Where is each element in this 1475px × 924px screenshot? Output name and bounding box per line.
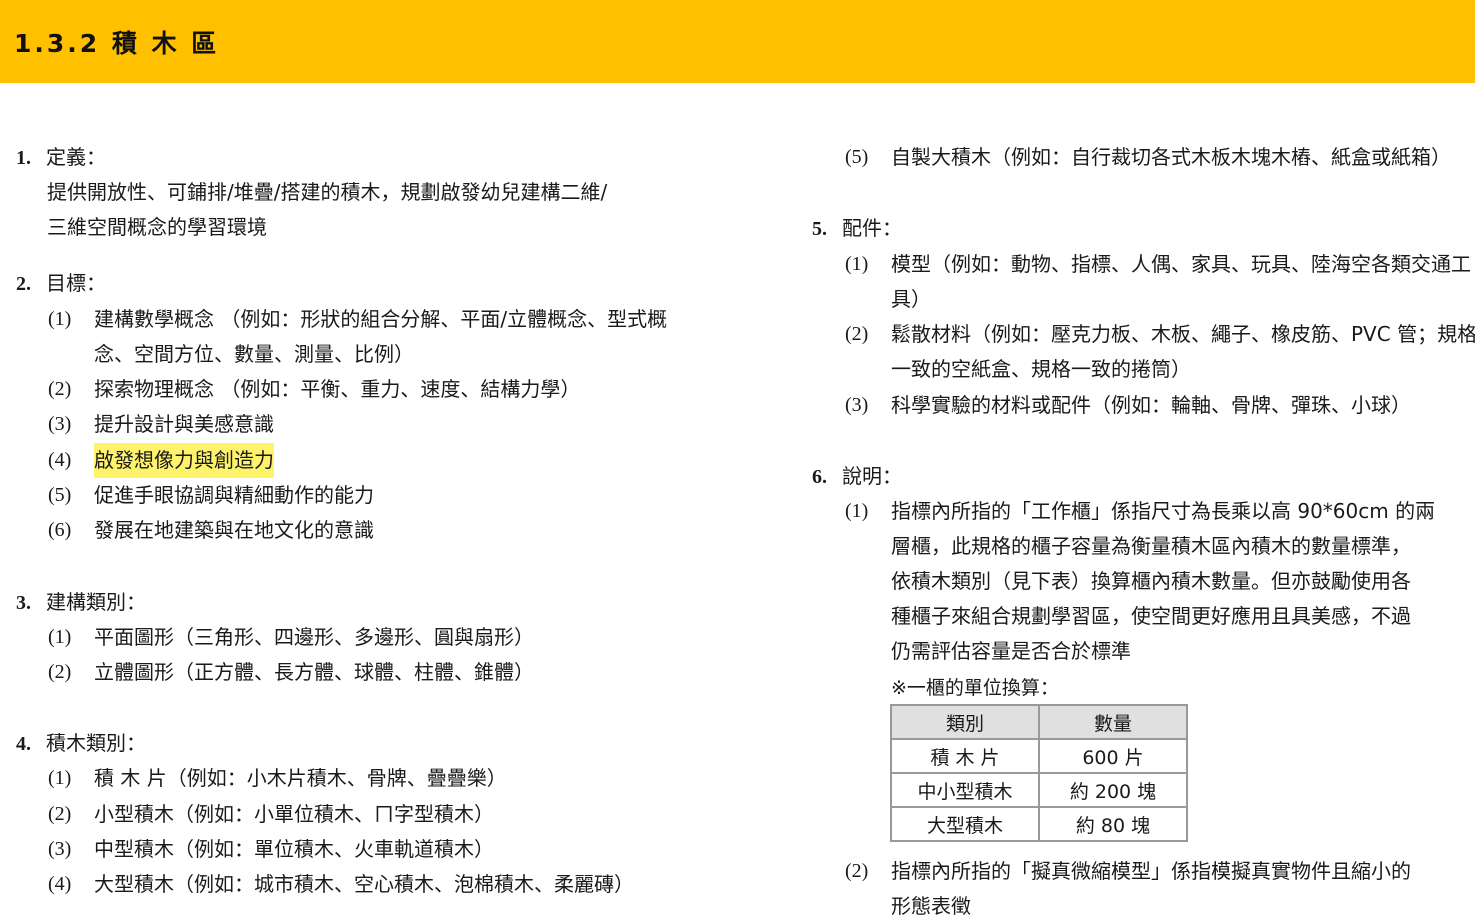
item-text: 提升設計與美感意識 (94, 412, 274, 436)
table-header-row: 類別 數量 (890, 704, 1188, 740)
item-text: 大型積木（例如：城市積木、空心積木、泡棉積木、柔麗磚） (94, 872, 634, 896)
item-index: (3) (48, 413, 72, 435)
definition-line-2: 三維空間概念的學習環境 (47, 215, 267, 239)
section-6-heading: 6. 說明： (812, 459, 902, 495)
list-item: (6) 發展在地建築與在地文化的意識 (48, 513, 698, 548)
item-text: 依積木類別（見下表）換算櫃內積木數量。但亦鼓勵使用各 (891, 569, 1411, 593)
table-cell: 約 80 塊 (1038, 806, 1188, 842)
item-index: (1) (845, 500, 869, 522)
list-item: (1) 指標內所指的「工作櫃」係指尺寸為長乘以高 90*60cm 的兩 層櫃，此… (845, 494, 1470, 669)
table-header-cell: 類別 (890, 704, 1040, 740)
table-cell: 中小型積木 (890, 772, 1040, 808)
item-text: 促進手眼協調與精細動作的能力 (94, 483, 374, 507)
unit-conversion-note: ※一櫃的單位換算： (891, 677, 1059, 699)
list-item: (3) 中型積木（例如：單位積木、火車軌道積木） (48, 832, 698, 867)
section-number: 3. (16, 592, 31, 614)
list-item: (2) 探索物理概念 （例如：平衡、重力、速度、結構力學） (48, 372, 698, 407)
item-text: 科學實驗的材料或配件（例如：輪軸、骨牌、彈珠、小球） (891, 393, 1411, 417)
table-cell: 約 200 塊 (1038, 772, 1188, 808)
list-item: (2) 鬆散材料（例如：壓克力板、木板、繩子、橡皮筋、PVC 管；規格 一致的空… (845, 317, 1475, 387)
list-item: (2) 立體圖形（正方體、長方體、球體、柱體、錐體） (48, 655, 698, 690)
section-4-heading: 4. 積木類別： (16, 726, 146, 762)
item-index: (6) (48, 519, 72, 541)
item-index: (2) (48, 378, 72, 400)
item-index: (5) (845, 146, 869, 168)
section-title: 說明： (842, 464, 902, 488)
list-item: (2) 小型積木（例如：小單位積木、ㄇ字型積木） (48, 797, 698, 832)
highlighted-item-text: 啟發想像力與創造力 (94, 443, 274, 478)
list-item: (2) 指標內所指的「擬真微縮模型」係指模擬真實物件且縮小的 形態表徵 (845, 854, 1470, 924)
section-3-heading: 3. 建構類別： (16, 585, 146, 621)
item-text: 平面圖形（三角形、四邊形、多邊形、圓與扇形） (94, 625, 534, 649)
item-text: 仍需評估容量是否合於標準 (891, 639, 1131, 663)
section-title: 建構類別： (46, 590, 146, 614)
list-item: (1) 積 木 片（例如：小木片積木、骨牌、疊疊樂） (48, 761, 698, 796)
item-text: 發展在地建築與在地文化的意識 (94, 518, 374, 542)
list-item: (4) 啟發想像力與創造力 (48, 443, 698, 478)
item-index: (2) (845, 860, 869, 882)
item-index: (1) (48, 626, 72, 648)
section-number: 1. (16, 147, 31, 169)
table-cell: 大型積木 (890, 806, 1040, 842)
list-item: (1) 平面圖形（三角形、四邊形、多邊形、圓與扇形） (48, 620, 698, 655)
item-text: 探索物理概念 （例如：平衡、重力、速度、結構力學） (94, 377, 581, 401)
list-item: (1) 建構數學概念 （例如：形狀的組合分解、平面/立體概念、型式概 念、空間方… (48, 302, 698, 372)
item-index: (2) (845, 323, 869, 345)
item-index: (1) (48, 308, 72, 330)
table-row: 中小型積木 約 200 塊 (890, 772, 1188, 808)
item-text: 層櫃，此規格的櫃子容量為衡量積木區內積木的數量標準， (891, 534, 1411, 558)
section-1-heading: 1. 定義： (16, 140, 106, 176)
item-text: 立體圖形（正方體、長方體、球體、柱體、錐體） (94, 660, 534, 684)
section-title: 定義： (46, 145, 106, 169)
item-text: 種櫃子來組合規劃學習區，使空間更好應用且具美感，不過 (891, 604, 1411, 628)
item-text: 念、空間方位、數量、測量、比例） (94, 342, 414, 366)
item-text: 積 木 片（例如：小木片積木、骨牌、疊疊樂） (94, 766, 507, 790)
definition-line-1: 提供開放性、可鋪排/堆疊/搭建的積木，規劃啟發幼兒建構二維/ (47, 180, 608, 204)
item-text: 具） (891, 287, 931, 311)
table-cell: 600 片 (1038, 738, 1188, 774)
item-text: 鬆散材料（例如：壓克力板、木板、繩子、橡皮筋、PVC 管；規格 (891, 322, 1475, 346)
section-number: 2. (16, 273, 31, 295)
item-index: (5) (48, 484, 72, 506)
item-text: 自製大積木（例如：自行裁切各式木板木塊木樁、紙盒或紙箱） (891, 145, 1451, 169)
item-text: 形態表徵 (891, 894, 971, 918)
table-header-cell: 數量 (1038, 704, 1188, 740)
item-text: 小型積木（例如：小單位積木、ㄇ字型積木） (94, 802, 494, 826)
section-number: 6. (812, 466, 827, 488)
item-index: (2) (48, 661, 72, 683)
item-text: 模型（例如：動物、指標、人偶、家具、玩具、陸海空各類交通工 (891, 252, 1471, 276)
section-2-heading: 2. 目標： (16, 266, 106, 302)
list-item: (4) 大型積木（例如：城市積木、空心積木、泡棉積木、柔麗磚） (48, 867, 698, 902)
section-title: 配件： (842, 216, 902, 240)
item-text: 中型積木（例如：單位積木、火車軌道積木） (94, 837, 494, 861)
section-title: 積木類別： (46, 731, 146, 755)
item-index: (4) (48, 873, 72, 895)
section-number: 4. (16, 733, 31, 755)
item-text: 一致的空紙盒、規格一致的捲筒） (891, 357, 1191, 381)
item-index: (1) (845, 253, 869, 275)
section-number: 5. (812, 218, 827, 240)
item-index: (1) (48, 767, 72, 789)
table-cell: 積 木 片 (890, 738, 1040, 774)
section-title: 目標： (46, 271, 106, 295)
item-index: (2) (48, 803, 72, 825)
list-item: (3) 科學實驗的材料或配件（例如：輪軸、骨牌、彈珠、小球） (845, 388, 1470, 423)
item-index: (3) (845, 394, 869, 416)
item-text: 指標內所指的「工作櫃」係指尺寸為長乘以高 90*60cm 的兩 (891, 499, 1436, 523)
section-header-bar: 1.3.2 積 木 區 (0, 0, 1475, 83)
list-item: (3) 提升設計與美感意識 (48, 407, 698, 442)
item-index: (4) (48, 449, 72, 471)
item-text: 建構數學概念 （例如：形狀的組合分解、平面/立體概念、型式概 (94, 307, 668, 331)
list-item: (5) 促進手眼協調與精細動作的能力 (48, 478, 698, 513)
item-text: 指標內所指的「擬真微縮模型」係指模擬真實物件且縮小的 (891, 859, 1411, 883)
page-title: 1.3.2 積 木 區 (14, 29, 220, 58)
section-5-heading: 5. 配件： (812, 211, 902, 247)
table-row: 積 木 片 600 片 (890, 738, 1188, 774)
item-index: (3) (48, 838, 72, 860)
unit-conversion-table: 類別 數量 積 木 片 600 片 中小型積木 約 200 塊 大型積木 約 8… (890, 704, 1188, 842)
list-item: (1) 模型（例如：動物、指標、人偶、家具、玩具、陸海空各類交通工 具） (845, 247, 1471, 317)
table-row: 大型積木 約 80 塊 (890, 806, 1188, 842)
list-item: (5) 自製大積木（例如：自行裁切各式木板木塊木樁、紙盒或紙箱） (845, 140, 1470, 175)
